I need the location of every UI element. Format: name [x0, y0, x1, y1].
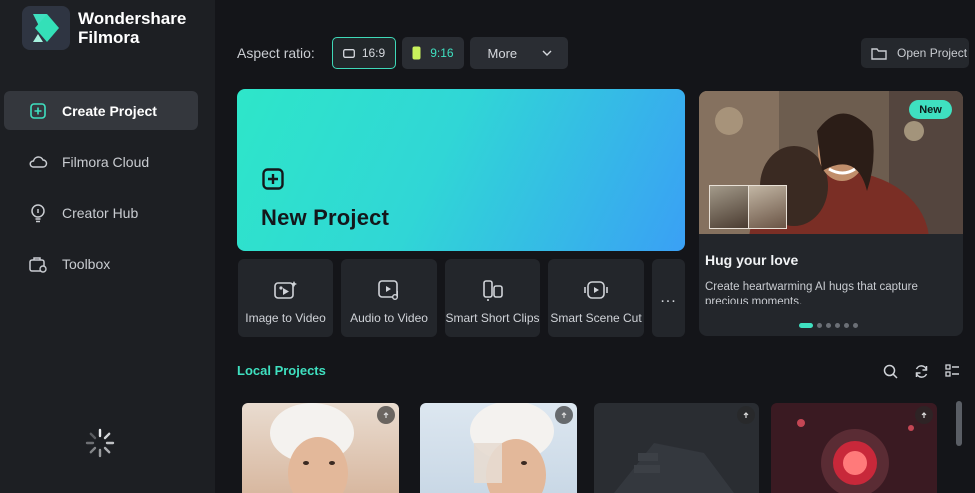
sidebar-item-label: Toolbox [62, 255, 111, 272]
promo-image: New [699, 91, 963, 234]
promo-title: Hug your love [705, 252, 799, 268]
carousel-dot[interactable] [853, 323, 858, 328]
smart-short-clips-tool[interactable]: Smart Short Clips [445, 259, 540, 337]
cloud-upload-icon[interactable] [377, 406, 395, 424]
project-thumbnail[interactable] [420, 403, 577, 493]
sidebar-item-toolbox[interactable]: Toolbox [4, 244, 198, 283]
more-tools-button[interactable]: ... [652, 259, 685, 337]
loading-spinner-icon [85, 428, 115, 458]
more-dots-icon: ... [660, 289, 677, 306]
ratio-16-9-label: 16:9 [361, 46, 386, 60]
local-projects-title: Local Projects [237, 363, 326, 378]
sidebar-item-create-project[interactable]: Create Project [4, 91, 198, 130]
new-badge: New [909, 100, 952, 119]
new-project-label: New Project [261, 205, 390, 230]
carousel-dots [799, 323, 862, 328]
promo-thumbnails [709, 185, 787, 229]
sidebar-item-label: Filmora Cloud [62, 153, 150, 170]
project-thumbnail[interactable] [771, 403, 937, 493]
carousel-dot[interactable] [844, 323, 849, 328]
cloud-upload-icon[interactable] [915, 406, 933, 424]
brand: Wondershare Filmora [22, 6, 186, 50]
sidebar-item-label: Create Project [62, 102, 157, 119]
cloud-icon [28, 152, 48, 172]
landscape-ratio-icon [342, 48, 355, 58]
portrait-ratio-icon [412, 46, 421, 60]
chevron-down-icon [542, 50, 552, 56]
more-ratios-label: More [487, 45, 518, 61]
image-to-video-icon [273, 277, 299, 303]
cloud-upload-icon[interactable] [555, 406, 573, 424]
ratio-9-16-button[interactable]: 9:16 [402, 37, 464, 69]
new-project-card[interactable]: New Project [237, 89, 685, 251]
toolbox-icon [28, 254, 48, 274]
cloud-upload-icon[interactable] [737, 406, 755, 424]
sidebar-item-creator-hub[interactable]: Creator Hub [4, 193, 198, 232]
project-thumbnail[interactable] [594, 403, 759, 493]
ratio-16-9-button[interactable]: 16:9 [331, 37, 397, 69]
carousel-dot[interactable] [826, 323, 831, 328]
folder-icon [871, 47, 887, 60]
promo-description: Create heartwarming AI hugs that capture… [705, 281, 918, 304]
tool-label: Smart Short Clips [445, 311, 540, 325]
tool-label: Smart Scene Cut [550, 311, 642, 325]
promo-card[interactable]: New Hug your love Create heartwarming AI… [699, 91, 963, 336]
open-project-button[interactable]: Open Project [861, 38, 969, 68]
open-project-label: Open Project [897, 46, 968, 60]
lightbulb-icon [28, 203, 48, 223]
ratio-9-16-label: 9:16 [430, 46, 454, 60]
sidebar-item-label: Creator Hub [62, 204, 139, 221]
search-icon[interactable] [881, 362, 899, 380]
plus-square-icon [28, 101, 48, 121]
aspect-ratio-label: Aspect ratio: [237, 45, 315, 61]
audio-to-video-icon [377, 277, 401, 303]
sidebar-item-filmora-cloud[interactable]: Filmora Cloud [4, 142, 198, 181]
more-ratios-dropdown[interactable]: More [469, 37, 568, 69]
carousel-dot[interactable] [817, 323, 822, 328]
brand-name-line1: Wondershare [78, 9, 187, 28]
tool-label: Image to Video [245, 311, 326, 325]
sidebar: Wondershare Filmora Create Project Filmo… [0, 0, 215, 493]
carousel-dot[interactable] [799, 323, 813, 328]
audio-to-video-tool[interactable]: Audio to Video [341, 259, 437, 337]
project-thumbnail[interactable] [242, 403, 399, 493]
image-to-video-tool[interactable]: Image to Video [238, 259, 333, 337]
smart-short-clips-icon [481, 277, 505, 303]
filmora-logo-icon [22, 6, 70, 50]
smart-scene-cut-tool[interactable]: Smart Scene Cut [548, 259, 644, 337]
list-view-icon[interactable] [943, 362, 961, 380]
aspect-ratio-bar: Aspect ratio: 16:9 9:16 More [237, 37, 568, 69]
smart-scene-cut-icon [584, 277, 608, 303]
plus-square-icon [262, 168, 284, 195]
brand-name-line2: Filmora [78, 28, 140, 47]
refresh-icon[interactable] [912, 362, 930, 380]
tool-label: Audio to Video [350, 311, 428, 325]
sidebar-nav: Create Project Filmora Cloud Creator Hub… [4, 91, 198, 295]
vertical-scrollbar[interactable] [956, 401, 962, 446]
local-projects-actions [881, 362, 974, 380]
carousel-dot[interactable] [835, 323, 840, 328]
